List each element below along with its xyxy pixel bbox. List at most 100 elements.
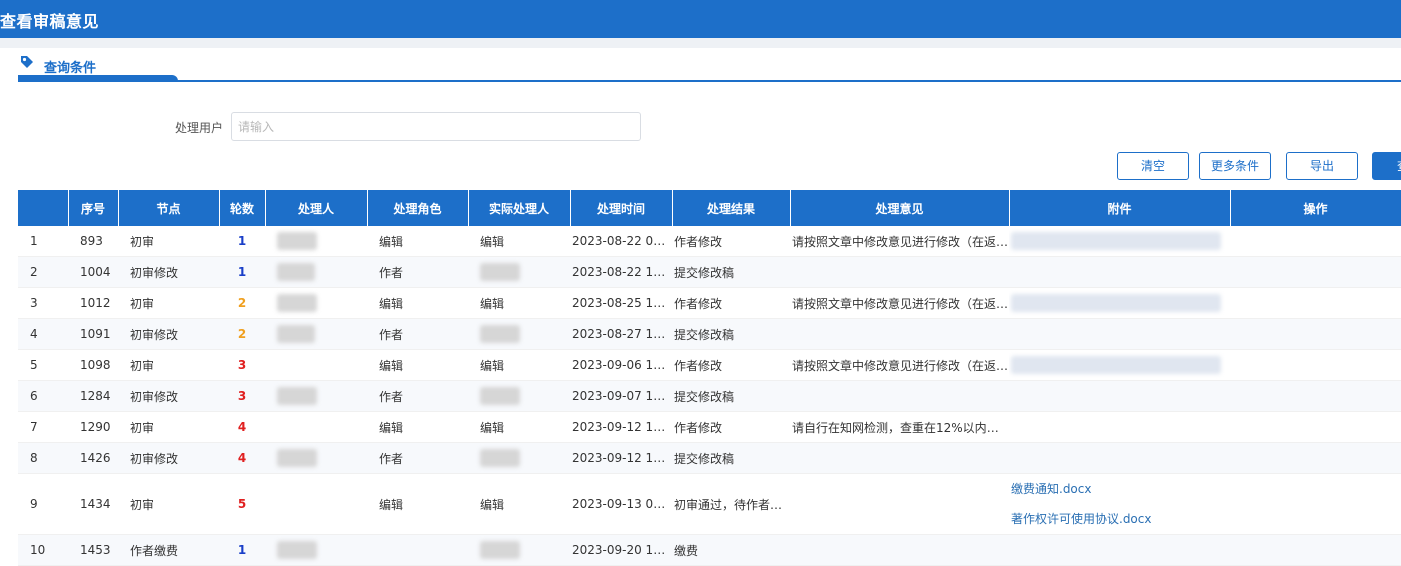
- redacted-name: [277, 263, 315, 281]
- redacted-name: [277, 294, 317, 312]
- clear-button[interactable]: 清空: [1117, 152, 1189, 180]
- attachment-link[interactable]: 著作权许可使用协议.docx: [1011, 504, 1230, 534]
- row-index-cell: 9: [18, 473, 68, 535]
- column-header-actual-handler: 实际处理人: [468, 190, 571, 226]
- attachment-cell: [1009, 442, 1230, 474]
- column-header-role: 处理角色: [367, 190, 469, 226]
- column-header-seq: 序号: [68, 190, 119, 226]
- seq-cell: 1091: [68, 318, 118, 350]
- seq-cell: 1434: [68, 473, 118, 535]
- row-index-cell: 8: [18, 442, 68, 474]
- redacted-name: [277, 387, 317, 405]
- handler-filter-label: 处理用户: [175, 121, 224, 135]
- attachment-link[interactable]: 缴费通知.docx: [1011, 474, 1230, 504]
- handler-cell: [265, 287, 367, 319]
- time-cell: 2023-09-13 09:…: [570, 473, 672, 535]
- table-row[interactable]: 10 1453 作者缴费 1 2023-09-20 11:… 缴费: [18, 534, 1401, 566]
- opinion-cell: 请按照文章中修改意见进行修改（在返…: [790, 287, 1009, 319]
- handler-cell: [265, 380, 367, 412]
- node-cell: 初审: [118, 226, 219, 257]
- column-header-attachment: 附件: [1009, 190, 1231, 226]
- result-cell: 作者修改: [672, 226, 790, 257]
- opinion-cell: [790, 380, 1009, 412]
- table-row[interactable]: 2 1004 初审修改 1 作者 2023-08-22 11:… 提交修改稿: [18, 256, 1401, 288]
- role-cell: 编辑: [367, 287, 468, 319]
- time-cell: 2023-09-12 14:…: [570, 442, 672, 474]
- redacted-attachment: [1011, 232, 1221, 250]
- seq-cell: 1453: [68, 534, 118, 566]
- attachment-cell: [1009, 287, 1230, 319]
- tag-icon: [21, 56, 33, 68]
- handler-cell: [265, 473, 367, 535]
- opinion-cell: [790, 473, 1009, 535]
- action-cell: [1230, 287, 1401, 319]
- node-cell: 初审修改: [118, 442, 219, 474]
- redacted-attachment: [1011, 356, 1221, 374]
- table-row[interactable]: 3 1012 初审 2 编辑 编辑 2023-08-25 17:… 作者修改 请按照文章中修改意…: [18, 287, 1401, 319]
- handler-filter-input[interactable]: [231, 112, 641, 141]
- redacted-name: [480, 325, 520, 343]
- node-cell: 初审: [118, 473, 219, 535]
- section-divider: [18, 80, 1401, 82]
- actual-handler-cell: [468, 442, 570, 474]
- column-header-round: 轮数: [219, 190, 266, 226]
- role-cell: 作者: [367, 318, 468, 350]
- header-gap: [0, 38, 1401, 48]
- opinion-cell: [790, 256, 1009, 288]
- action-cell: [1230, 226, 1401, 257]
- table-row[interactable]: 9 1434 初审 5 编辑 编辑 2023-09-13 09:… 初审通过，待作者… 缴费通知…: [18, 473, 1401, 535]
- action-cell: [1230, 534, 1401, 566]
- table-row[interactable]: 5 1098 初审 3 编辑 编辑 2023-09-06 17:… 作者修改 请按照文章中修改意…: [18, 349, 1401, 381]
- table-row[interactable]: 8 1426 初审修改 4 作者 2023-09-12 14:… 提交修改稿: [18, 442, 1401, 474]
- handler-cell: [265, 318, 367, 350]
- redacted-attachment: [1011, 294, 1221, 312]
- handler-cell: [265, 349, 367, 381]
- node-cell: 初审: [118, 411, 219, 443]
- result-cell: 作者修改: [672, 287, 790, 319]
- attachment-cell: [1009, 318, 1230, 350]
- opinion-cell: 请自行在知网检测，查重在12%以内，…: [790, 411, 1009, 443]
- role-cell: [367, 534, 468, 566]
- seq-cell: 1012: [68, 287, 118, 319]
- node-cell: 作者缴费: [118, 534, 219, 566]
- table-row[interactable]: 4 1091 初审修改 2 作者 2023-08-27 13:… 提交修改稿: [18, 318, 1401, 350]
- table-row[interactable]: 6 1284 初审修改 3 作者 2023-09-07 10:… 提交修改稿: [18, 380, 1401, 412]
- row-index-cell: 6: [18, 380, 68, 412]
- action-cell: [1230, 349, 1401, 381]
- handler-cell: [265, 411, 367, 443]
- round-cell: 3: [219, 349, 265, 381]
- actual-handler-cell: 编辑: [468, 473, 570, 535]
- row-index-cell: 5: [18, 349, 68, 381]
- section-label: 查询条件: [44, 61, 97, 76]
- table-row[interactable]: 7 1290 初审 4 编辑 编辑 2023-09-12 11:… 作者修改 请自行在知网检测，…: [18, 411, 1401, 443]
- result-cell: 提交修改稿: [672, 442, 790, 474]
- attachment-cell: [1009, 380, 1230, 412]
- search-button[interactable]: 查: [1372, 152, 1401, 180]
- opinion-cell: [790, 534, 1009, 566]
- redacted-name: [480, 541, 520, 559]
- export-button[interactable]: 导出: [1286, 152, 1358, 180]
- attachment-cell: [1009, 411, 1230, 443]
- actual-handler-cell: [468, 534, 570, 566]
- column-header-handler: 处理人: [265, 190, 368, 226]
- opinion-cell: [790, 442, 1009, 474]
- round-cell: 3: [219, 380, 265, 412]
- table-row[interactable]: 1 893 初审 1 编辑 编辑 2023-08-22 09:… 作者修改 请按照文章中修改意见…: [18, 226, 1401, 257]
- page-title: 查看审稿意见: [0, 12, 100, 31]
- handler-cell: [265, 442, 367, 474]
- opinion-cell: 请按照文章中修改意见进行修改（在返…: [790, 349, 1009, 381]
- attachment-cell: [1009, 534, 1230, 566]
- column-header-node: 节点: [118, 190, 220, 226]
- more-conditions-button[interactable]: 更多条件: [1199, 152, 1271, 180]
- column-header-time: 处理时间: [570, 190, 673, 226]
- result-cell: 提交修改稿: [672, 380, 790, 412]
- node-cell: 初审修改: [118, 318, 219, 350]
- action-cell: [1230, 411, 1401, 443]
- title-bar: 查看审稿意见: [0, 0, 1401, 38]
- column-header-action: 操作: [1230, 190, 1401, 226]
- result-cell: 缴费: [672, 534, 790, 566]
- attachment-cell: [1009, 349, 1230, 381]
- seq-cell: 1426: [68, 442, 118, 474]
- time-cell: 2023-08-25 17:…: [570, 287, 672, 319]
- time-cell: 2023-08-22 11:…: [570, 256, 672, 288]
